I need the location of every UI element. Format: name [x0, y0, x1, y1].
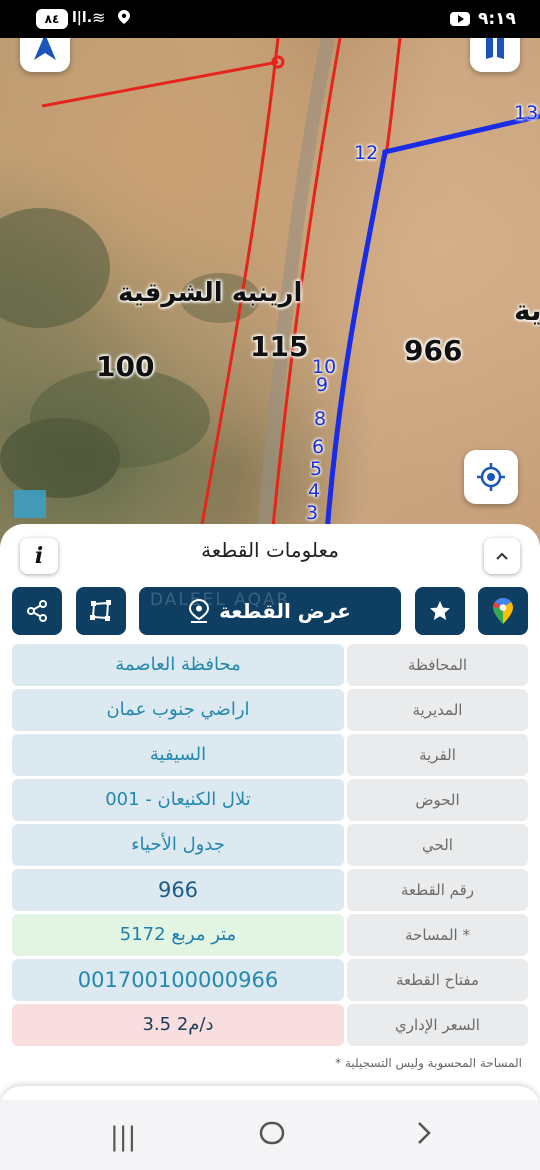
status-time: ٩:١٩ [478, 9, 516, 29]
share-button[interactable] [12, 587, 62, 635]
parcel-115-label: 115 [250, 330, 309, 363]
map-layers-button[interactable] [470, 38, 520, 72]
neighborhood-value: جدول الأحياء [12, 824, 344, 866]
wifi-icon: ≋ [92, 8, 106, 27]
village-value: السيفية [12, 734, 344, 776]
chevron-up-icon [496, 552, 508, 560]
crosshair-icon [477, 463, 505, 491]
area-value: 5172 متر مربع [12, 914, 344, 956]
parcel-key-label: مفتاح القطعة [347, 959, 528, 1001]
table-row: 3.5 د/م2 السعر الإداري [12, 1004, 528, 1046]
table-row: 5172 متر مربع المساحة * [12, 914, 528, 956]
segment-label: 6 [312, 436, 325, 458]
directorate-value: اراضي جنوب عمان [12, 689, 344, 731]
home-circle-icon [259, 1121, 285, 1145]
compass-button[interactable] [20, 38, 70, 72]
area-footnote: * المساحة المحسوبة وليس التسجيلية [335, 1056, 522, 1070]
google-maps-button[interactable] [478, 587, 528, 635]
status-bar: ٨٤ l|l. ≋ ٩:١٩ [0, 0, 540, 38]
table-row: تلال الكنيعان - 001 الحوض [12, 779, 528, 821]
location-pin-icon [189, 599, 210, 623]
basin-label: الحوض [347, 779, 528, 821]
segment-label: 12 [354, 142, 379, 164]
neighborhood-label: الحي [347, 824, 528, 866]
basin-value: تلال الكنيعان - 001 [12, 779, 344, 821]
table-row: جدول الأحياء الحي [12, 824, 528, 866]
polygon-icon [90, 600, 111, 621]
parcel-966-label: 966 [404, 334, 463, 367]
segment-label: 9 [316, 374, 329, 396]
village-map-label: ارينبه الشرقية [118, 278, 303, 308]
google-maps-icon [493, 598, 513, 624]
segment-label: 8 [314, 408, 327, 430]
favorite-button[interactable] [415, 587, 465, 635]
youtube-notification-icon [450, 12, 470, 26]
governorate-value: محافظة العاصمة [12, 644, 344, 686]
battery-indicator: ٨٤ [36, 9, 68, 29]
collapse-button[interactable] [484, 538, 520, 574]
governorate-label: المحافظة [347, 644, 528, 686]
north-arrow-icon [34, 38, 56, 60]
parcel-details-table: محافظة العاصمة المحافظة اراضي جنوب عمان … [12, 644, 528, 1049]
location-status-icon [118, 10, 130, 24]
segment-label: 3 [306, 502, 319, 524]
chevron-right-icon [418, 1122, 431, 1144]
table-row: اراضي جنوب عمان المديرية [12, 689, 528, 731]
map-book-icon [486, 38, 504, 59]
home-button[interactable] [259, 1120, 285, 1153]
area-label: المساحة * [347, 914, 528, 956]
parcel-number-label: رقم القطعة [347, 869, 528, 911]
segment-label: 13 [514, 102, 539, 124]
village-label: القرية [347, 734, 528, 776]
parcel-info-panel: i معلومات القطعة عرض القطعة D [0, 524, 540, 1104]
my-location-button[interactable] [464, 450, 518, 504]
share-icon [27, 600, 47, 622]
table-row: 966 رقم القطعة [12, 869, 528, 911]
parcel-100-label: 100 [96, 350, 155, 383]
table-row: محافظة العاصمة المحافظة [12, 644, 528, 686]
system-navigation-bar: ||| [0, 1100, 540, 1170]
show-plot-label: عرض القطعة [219, 599, 351, 623]
directorate-label: المديرية [347, 689, 528, 731]
satellite-map[interactable]: ارينبه الشرقية 100 115 966 ية 13 12 10 9… [0, 38, 540, 558]
table-row: السيفية القرية [12, 734, 528, 776]
parcel-number-value: 966 [12, 869, 344, 911]
parcel-key-value: 001700100000966 [12, 959, 344, 1001]
back-button[interactable] [414, 1120, 434, 1153]
polygon-button[interactable] [76, 587, 126, 635]
star-icon [430, 601, 450, 620]
signal-icon: l|l. [72, 10, 93, 26]
panel-title: معلومات القطعة [201, 538, 339, 562]
partial-edge-label: ية [514, 294, 540, 327]
admin-price-label: السعر الإداري [347, 1004, 528, 1046]
recent-apps-button[interactable]: ||| [110, 1122, 136, 1152]
show-plot-button[interactable]: عرض القطعة [139, 587, 401, 635]
segment-label: 5 [310, 458, 323, 480]
segment-label: 4 [308, 480, 321, 502]
admin-price-value: 3.5 د/م2 [12, 1004, 344, 1046]
table-row: 001700100000966 مفتاح القطعة [12, 959, 528, 1001]
